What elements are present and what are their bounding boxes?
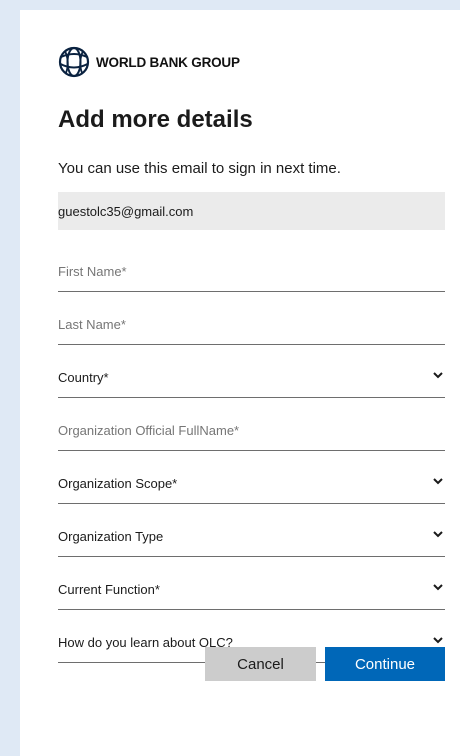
country-select[interactable]: Country*: [58, 358, 445, 398]
first-name-field: [58, 252, 445, 292]
globe-icon: [58, 46, 90, 78]
chevron-down-icon: [433, 637, 443, 644]
current-function-select-value: Current Function*: [58, 582, 160, 597]
current-function-select[interactable]: Current Function*: [58, 570, 445, 610]
brand-logo: WORLD BANK GROUP: [58, 46, 240, 78]
page-title: Add more details: [58, 106, 253, 133]
org-scope-select[interactable]: Organization Scope*: [58, 464, 445, 504]
country-select-value: Country*: [58, 370, 109, 385]
signup-card: WORLD BANK GROUP Add more details You ca…: [20, 10, 460, 756]
chevron-down-icon: [433, 372, 443, 379]
org-scope-select-value: Organization Scope*: [58, 476, 178, 491]
page-description: You can use this email to sign in next t…: [58, 160, 341, 177]
org-fullname-field: [58, 411, 445, 451]
last-name-field: [58, 305, 445, 345]
cancel-button[interactable]: Cancel: [205, 647, 316, 681]
chevron-down-icon: [433, 531, 443, 538]
last-name-input[interactable]: [58, 305, 445, 344]
org-fullname-input[interactable]: [58, 411, 445, 450]
chevron-down-icon: [433, 478, 443, 485]
email-display: guestolc35@gmail.com: [58, 192, 445, 230]
brand-name: WORLD BANK GROUP: [96, 54, 240, 70]
continue-button[interactable]: Continue: [325, 647, 445, 681]
org-type-select-value: Organization Type: [58, 529, 164, 544]
org-type-select[interactable]: Organization Type: [58, 517, 445, 557]
email-value: guestolc35@gmail.com: [58, 203, 194, 219]
first-name-input[interactable]: [58, 252, 445, 291]
chevron-down-icon: [433, 584, 443, 591]
